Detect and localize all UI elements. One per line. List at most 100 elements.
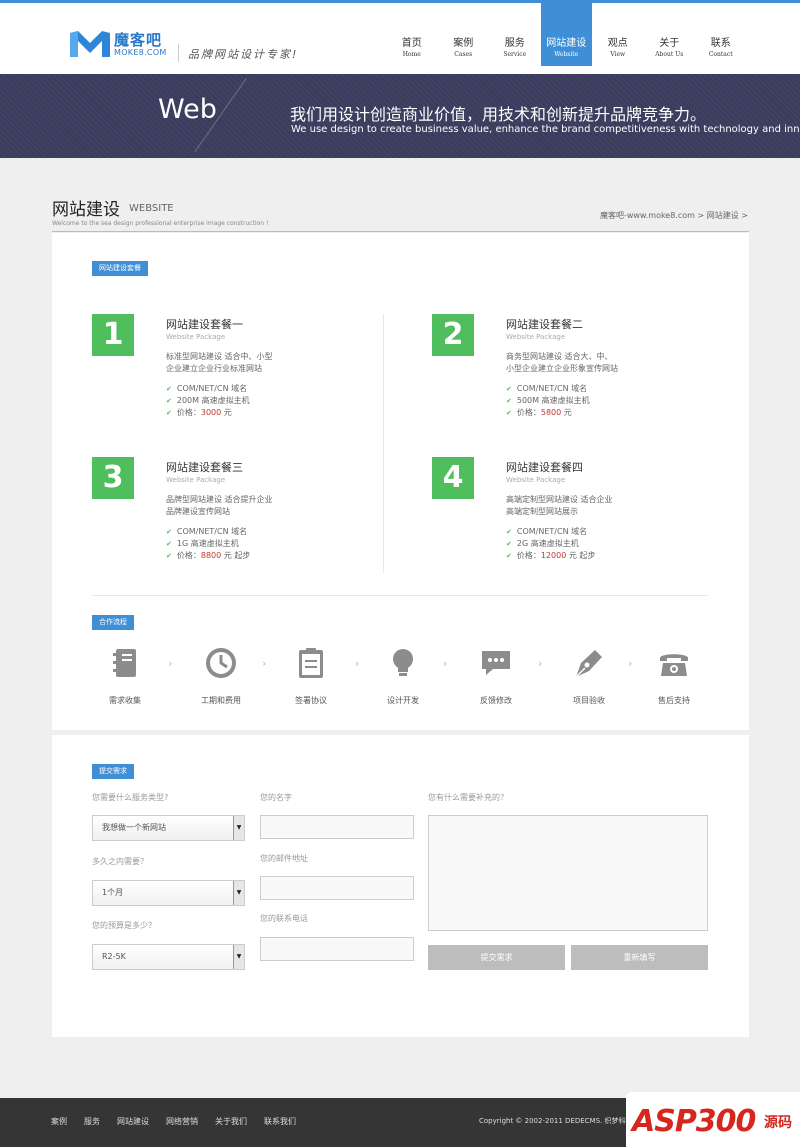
- process-step-label: 售后支持: [658, 696, 690, 705]
- dropdown-arrow-icon[interactable]: ▼: [233, 881, 244, 905]
- banner-tagline-en: We use design to create business value, …: [291, 124, 800, 135]
- price-item: ✔ 价格：3000 元: [166, 408, 232, 417]
- package-card[interactable]: 1 网站建设套餐一 Website Package 标准型网站建设 适合中、小型…: [92, 314, 392, 434]
- package-subtitle: Website Package: [506, 476, 566, 484]
- package-subtitle: Website Package: [166, 333, 226, 341]
- page-title-en: WEBSITE: [129, 203, 174, 214]
- process-step-label: 工期和费用: [201, 696, 241, 705]
- check-icon: ✔: [166, 528, 172, 536]
- feature-item: ✔ 1G 高速虚拟主机: [166, 539, 239, 548]
- chevron-right-icon: ›: [538, 657, 543, 670]
- package-title: 网站建设套餐三: [166, 461, 243, 474]
- name-field[interactable]: [260, 815, 414, 839]
- service-type-label: 您需要什么服务类型?: [92, 793, 169, 802]
- process-step-label: 需求收集: [109, 696, 141, 705]
- banner-word: Web: [158, 94, 217, 125]
- chevron-right-icon: ›: [628, 657, 633, 670]
- title-divider: [52, 231, 749, 232]
- nav-contact[interactable]: 联系 Contact: [695, 3, 747, 66]
- feature-item: ✔ COM/NET/CN 域名: [166, 384, 248, 393]
- package-card[interactable]: 2 网站建设套餐二 Website Package 商务型网站建设 适合大、中、…: [432, 314, 732, 434]
- check-icon: ✔: [506, 552, 512, 560]
- phone-label: 您的联系电话: [260, 914, 308, 923]
- process-step: 工期和费用: [186, 646, 256, 706]
- package-number-badge: 3: [92, 457, 134, 499]
- logo-separator: [178, 44, 179, 62]
- package-price: 5800: [540, 408, 562, 417]
- nav-website[interactable]: 网站建设 Website: [540, 3, 592, 66]
- clock-icon: [206, 648, 236, 678]
- site-logo[interactable]: 魔客吧 MOKE8.COM: [70, 29, 170, 61]
- package-description: 标准型网站建设 适合中、小型 企业建立企业行业标准网站: [166, 352, 273, 373]
- footer-link-about[interactable]: 关于我们: [215, 1116, 247, 1127]
- process-step: 需求收集: [90, 646, 160, 706]
- budget-label: 您的预算是多少？: [92, 921, 156, 930]
- package-title: 网站建设套餐一: [166, 318, 243, 331]
- section-tag-packages: 网站建设套餐: [92, 261, 148, 276]
- package-number-badge: 1: [92, 314, 134, 356]
- check-icon: ✔: [166, 397, 172, 405]
- email-label: 您的邮件地址: [260, 854, 308, 863]
- check-icon: ✔: [166, 409, 172, 417]
- feature-item: ✔ COM/NET/CN 域名: [166, 527, 248, 536]
- process-step-label: 设计开发: [387, 696, 419, 705]
- process-step: 项目验收: [554, 646, 624, 706]
- package-price: 3000: [200, 408, 222, 417]
- package-card[interactable]: 4 网站建设套餐四 Website Package 高端定制型网站建设 适合企业…: [432, 457, 732, 577]
- hero-banner: Web 我们用设计创造商业价值，用技术和创新提升品牌竞争力。 We use de…: [0, 74, 800, 158]
- check-icon: ✔: [506, 385, 512, 393]
- chat-bubble-icon: [482, 651, 510, 675]
- section-tag-form: 提交需求: [92, 764, 134, 779]
- feature-item: ✔ 2G 高速虚拟主机: [506, 539, 579, 548]
- submit-button[interactable]: 提交需求: [428, 945, 565, 970]
- service-type-select[interactable]: 我想做一个新网站 ▼: [92, 815, 245, 841]
- banner-tagline-cn: 我们用设计创造商业价值，用技术和创新提升品牌竞争力。: [290, 105, 707, 124]
- package-number-badge: 2: [432, 314, 474, 356]
- footer-link-contact[interactable]: 联系我们: [264, 1116, 296, 1127]
- process-step: 签署协议: [276, 646, 346, 706]
- dropdown-arrow-icon[interactable]: ▼: [233, 945, 244, 969]
- nav-cases[interactable]: 案例 Cases: [438, 3, 490, 66]
- timeframe-select[interactable]: 1个月 ▼: [92, 880, 245, 906]
- nav-about[interactable]: 关于 About Us: [644, 3, 696, 66]
- footer-link-marketing[interactable]: 网络营销: [166, 1116, 198, 1127]
- logo-m-icon: [70, 31, 110, 57]
- watermark-logo: ASP300 源码: [626, 1092, 800, 1147]
- nav-home[interactable]: 首页 Home: [386, 3, 438, 66]
- price-item: ✔ 价格：12000 元 起步: [506, 551, 596, 560]
- dropdown-arrow-icon[interactable]: ▼: [233, 816, 244, 840]
- package-description: 高端定制型网站建设 适合企业 高端定制型网站展示: [506, 495, 613, 516]
- telephone-icon: [660, 654, 688, 676]
- page-title: 网站建设: [52, 200, 120, 220]
- footer-nav: 案例 服务 网站建设 网络营销 关于我们 联系我们: [51, 1116, 313, 1127]
- timeframe-label: 多久之内需要？: [92, 857, 148, 866]
- site-header: 魔客吧 MOKE8.COM 品牌网站设计专家! 首页 Home 案例 Cases 服…: [0, 3, 800, 74]
- check-icon: ✔: [506, 540, 512, 548]
- process-step-label: 反馈修改: [480, 696, 512, 705]
- check-icon: ✔: [506, 397, 512, 405]
- nav-service[interactable]: 服务 Service: [489, 3, 541, 66]
- email-field[interactable]: [260, 876, 414, 900]
- breadcrumb[interactable]: 魔客吧-www.moke8.com > 网站建设 >: [600, 210, 748, 221]
- logo-text-cn: 魔客吧: [114, 31, 163, 49]
- reset-button[interactable]: 重新填写: [571, 945, 708, 970]
- footer-link-cases[interactable]: 案例: [51, 1116, 67, 1127]
- logo-text-en: MOKE8.COM: [114, 48, 167, 57]
- process-step: 设计开发: [368, 646, 438, 706]
- package-description: 商务型网站建设 适合大、中、 小型企业建立企业形象宣传网站: [506, 352, 618, 373]
- package-title: 网站建设套餐四: [506, 461, 583, 474]
- budget-select[interactable]: R2-5K ▼: [92, 944, 245, 970]
- extra-notes-textarea[interactable]: [428, 815, 708, 931]
- name-label: 您的名字: [260, 793, 292, 802]
- footer-link-service[interactable]: 服务: [84, 1116, 100, 1127]
- packages-horizontal-divider: [92, 595, 708, 596]
- notebook-icon: [113, 649, 136, 677]
- nav-view[interactable]: 观点 View: [592, 3, 644, 66]
- package-card[interactable]: 3 网站建设套餐三 Website Package 品牌型网站建设 适合提升企业…: [92, 457, 392, 577]
- clipboard-icon: [299, 648, 323, 678]
- package-price: 12000: [540, 551, 567, 560]
- footer-link-website[interactable]: 网站建设: [117, 1116, 149, 1127]
- process-step: 反馈修改: [461, 646, 531, 706]
- watermark-text: ASP300: [632, 1104, 756, 1139]
- phone-field[interactable]: [260, 937, 414, 961]
